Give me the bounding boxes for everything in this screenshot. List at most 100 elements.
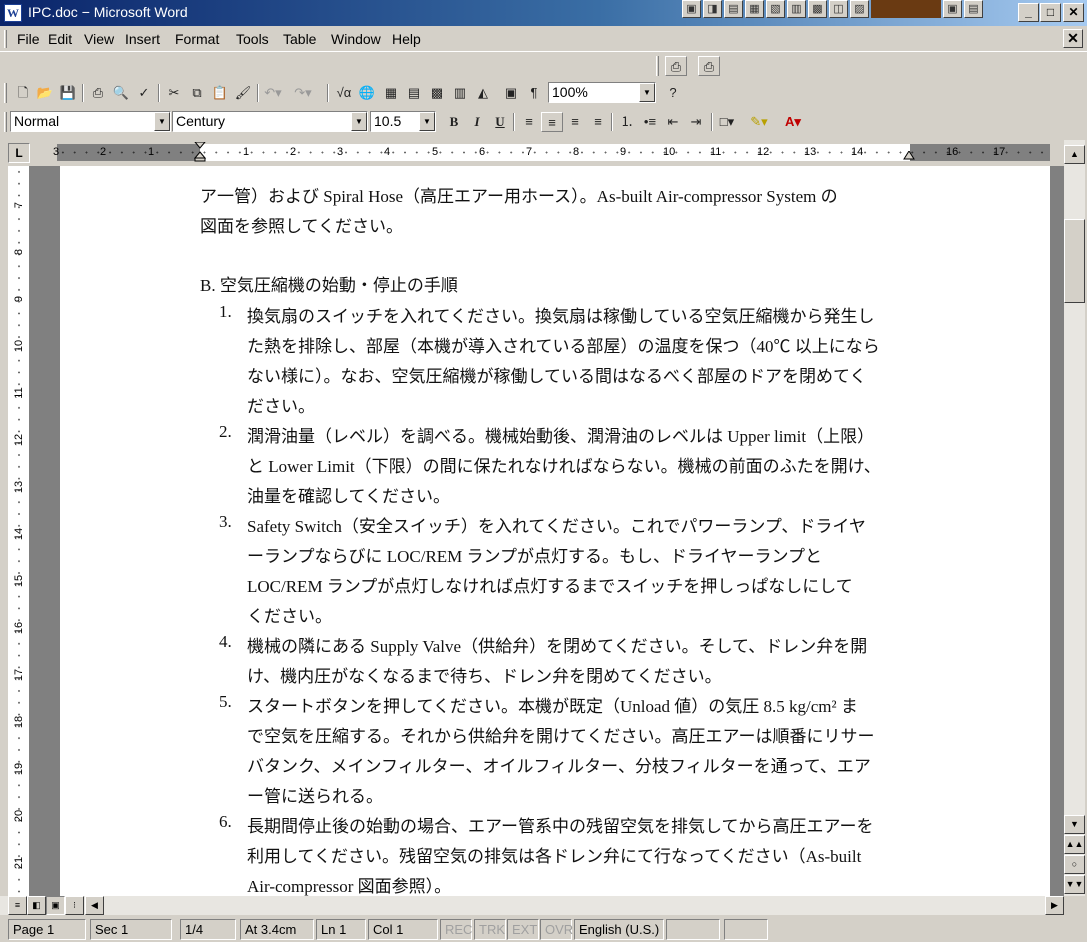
web-toolbar-icon[interactable]: 🌐 — [356, 83, 378, 103]
tray-icon[interactable]: ▤ — [724, 0, 743, 18]
document-text-line[interactable]: Air-compressor 図面参照）。 — [247, 872, 451, 896]
document-text-line[interactable]: た熱を排除し、部屋（本機が導入されている部屋）の温度を保つ（40℃ 以上になら — [247, 332, 880, 357]
right-indent-marker-icon[interactable] — [903, 151, 915, 161]
tab-selector[interactable]: L — [8, 143, 30, 163]
align-center-icon[interactable]: ≡ — [541, 112, 563, 132]
highlight-icon[interactable]: ✎▾ — [748, 112, 770, 132]
redo-icon[interactable]: ↷▾ — [292, 83, 314, 103]
status-language[interactable]: English (U.S.) — [574, 919, 664, 940]
align-right-icon[interactable]: ≡ — [564, 112, 586, 132]
bullets-icon[interactable]: •≡ — [639, 112, 661, 132]
pdf-email-icon[interactable]: ⎙ — [698, 56, 720, 76]
document-text-line[interactable]: 潤滑油量（レベル）を調べる。機械始動後、潤滑油のレベルは Upper limit… — [247, 422, 874, 447]
menu-edit[interactable]: Edit — [48, 31, 72, 47]
justify-icon[interactable]: ≡ — [587, 112, 609, 132]
insert-excel-icon[interactable]: ▩ — [426, 83, 448, 103]
previous-page-icon[interactable]: ▲▲ — [1064, 835, 1085, 854]
copy-icon[interactable]: ⧉ — [186, 83, 208, 103]
document-text-line[interactable]: け、機内圧がなくなるまで待ち、ドレン弁を閉めてください。 — [247, 662, 722, 687]
document-text-line[interactable]: 機械の隣にある Supply Valve（供給弁）を閉めてください。そして、ドレ… — [247, 632, 867, 657]
tray-icon[interactable]: ▣ — [943, 0, 962, 18]
menu-help[interactable]: Help — [392, 31, 421, 47]
document-text-line[interactable]: ください。 — [247, 602, 332, 627]
normal-view-icon[interactable]: ≡ — [8, 896, 27, 915]
chevron-down-icon[interactable]: ▼ — [639, 83, 655, 102]
menu-format[interactable]: Format — [175, 31, 219, 47]
decrease-indent-icon[interactable]: ⇤ — [662, 112, 684, 132]
scroll-right-icon[interactable]: ▶ — [1045, 896, 1064, 915]
menu-tools[interactable]: Tools — [236, 31, 269, 47]
minimize-button[interactable]: _ — [1018, 3, 1039, 22]
scroll-thumb[interactable] — [1064, 219, 1085, 303]
increase-indent-icon[interactable]: ⇥ — [685, 112, 707, 132]
document-map-icon[interactable]: ▣ — [500, 83, 522, 103]
help-icon[interactable]: ? — [662, 83, 684, 103]
style-select[interactable]: Normal ▼ — [10, 111, 171, 132]
chevron-down-icon[interactable]: ▼ — [154, 112, 170, 131]
print-layout-icon[interactable]: ▣ — [46, 896, 65, 915]
document-text-line[interactable]: ーランプならびに LOC/REM ランプが点灯する。もし、ドライヤーランプと — [247, 542, 822, 567]
document-area[interactable]: · · · · · · · · · · · · · · · · · · · · … — [30, 166, 1064, 896]
document-text-line[interactable]: ない様に）。なお、空気圧縮機が稼働している間はなるべく部屋のドアを閉めてく — [247, 362, 866, 387]
partial-text-line[interactable]: · · · · · · · · · · · · · · · · · · · · … — [200, 166, 671, 172]
document-text-line[interactable]: で空気を圧縮する。それから供給弁を開けてください。高圧エアーは順番にリサー — [247, 722, 874, 747]
font-color-icon[interactable]: A▾ — [782, 112, 804, 132]
tray-icon[interactable]: ◨ — [703, 0, 722, 18]
drawing-icon[interactable]: ◭ — [472, 83, 494, 103]
tray-icon[interactable]: ▩ — [808, 0, 827, 18]
document-text-line[interactable]: 長期間停止後の始動の場合、エアー管系中の残留空気を排気してから高圧エアーを — [247, 812, 873, 837]
maximize-button[interactable]: □ — [1040, 3, 1061, 22]
numbering-icon[interactable]: ⒈ — [616, 112, 638, 132]
menu-file[interactable]: File — [17, 31, 40, 47]
document-text-line[interactable]: 油量を確認してください。 — [247, 482, 450, 507]
scroll-down-icon[interactable]: ▼ — [1064, 815, 1085, 834]
document-text-line[interactable]: ー管に送られる。 — [247, 782, 383, 807]
document-text-line[interactable]: スタートボタンを押してください。本機が既定（Unload 値）の気圧 8.5 k… — [247, 692, 858, 717]
toolbar-grip[interactable] — [4, 83, 7, 103]
scroll-up-icon[interactable]: ▲ — [1064, 145, 1085, 164]
italic-button[interactable]: I — [466, 112, 488, 132]
document-text-line[interactable]: 図面を参照してください。 — [200, 212, 403, 237]
underline-button[interactable]: U — [489, 112, 511, 132]
font-select[interactable]: Century ▼ — [172, 111, 368, 132]
document-text-line[interactable]: 換気扇のスイッチを入れてください。換気扇は稼働している空気圧縮機から発生し — [247, 302, 874, 327]
paste-icon[interactable]: 📋 — [209, 83, 231, 103]
status-trk[interactable]: TRK — [474, 919, 506, 940]
document-text-line[interactable]: LOC/REM ランプが点灯しなければ点灯するまでスイッチを押しっぱなしにして — [247, 572, 853, 597]
tray-icon[interactable]: ▤ — [964, 0, 983, 18]
new-document-icon[interactable]: 🗋 — [12, 83, 34, 103]
tables-borders-icon[interactable]: ▦ — [380, 83, 402, 103]
equation-icon[interactable]: √α — [333, 83, 355, 103]
document-page[interactable]: · · · · · · · · · · · · · · · · · · · · … — [60, 166, 1050, 896]
open-folder-icon[interactable]: 📂 — [34, 83, 56, 103]
tray-icon[interactable]: ▧ — [766, 0, 785, 18]
format-painter-icon[interactable]: 🖌 — [232, 83, 254, 103]
chevron-down-icon[interactable]: ▼ — [419, 112, 435, 131]
tray-icon[interactable]: ▦ — [745, 0, 764, 18]
font-size-select[interactable]: 10.5 ▼ — [370, 111, 436, 132]
select-browse-object-icon[interactable]: ○ — [1064, 855, 1085, 874]
toolbar-grip[interactable] — [656, 56, 659, 76]
indent-marker-icon[interactable] — [194, 142, 206, 162]
tray-icon[interactable]: ◫ — [829, 0, 848, 18]
cut-icon[interactable]: ✂ — [163, 83, 185, 103]
status-rec[interactable]: REC — [440, 919, 472, 940]
vertical-scrollbar[interactable]: ▲ ▼ ▲▲ ○ ▼▼ — [1064, 140, 1085, 896]
word-app-icon[interactable]: W — [4, 4, 22, 22]
save-icon[interactable]: 💾 — [57, 83, 79, 103]
tray-icon[interactable]: ▣ — [682, 0, 701, 18]
tray-icon[interactable]: ▨ — [850, 0, 869, 18]
next-page-icon[interactable]: ▼▼ — [1064, 875, 1085, 894]
toolbar-grip[interactable] — [4, 112, 7, 132]
border-icon[interactable]: □▾ — [716, 112, 738, 132]
pdf-convert-icon[interactable]: ⎙ — [665, 56, 687, 76]
menu-view[interactable]: View — [84, 31, 114, 47]
status-ovr[interactable]: OVR — [540, 919, 573, 940]
document-text-line[interactable]: と Lower Limit（下限）の間に保たれなければならない。機械の前面のふた… — [247, 452, 881, 477]
menu-window[interactable]: Window — [331, 31, 381, 47]
print-icon[interactable]: ⎙ — [87, 83, 109, 103]
document-text-line[interactable]: Safety Switch（安全スイッチ）を入れてください。これでパワーランプ、… — [247, 512, 866, 537]
document-text-line[interactable]: ださい。 — [247, 392, 315, 417]
document-text-line[interactable]: バタンク、メインフィルター、オイルフィルター、分枝フィルターを通って、エア — [247, 752, 871, 777]
undo-icon[interactable]: ↶▾ — [262, 83, 284, 103]
